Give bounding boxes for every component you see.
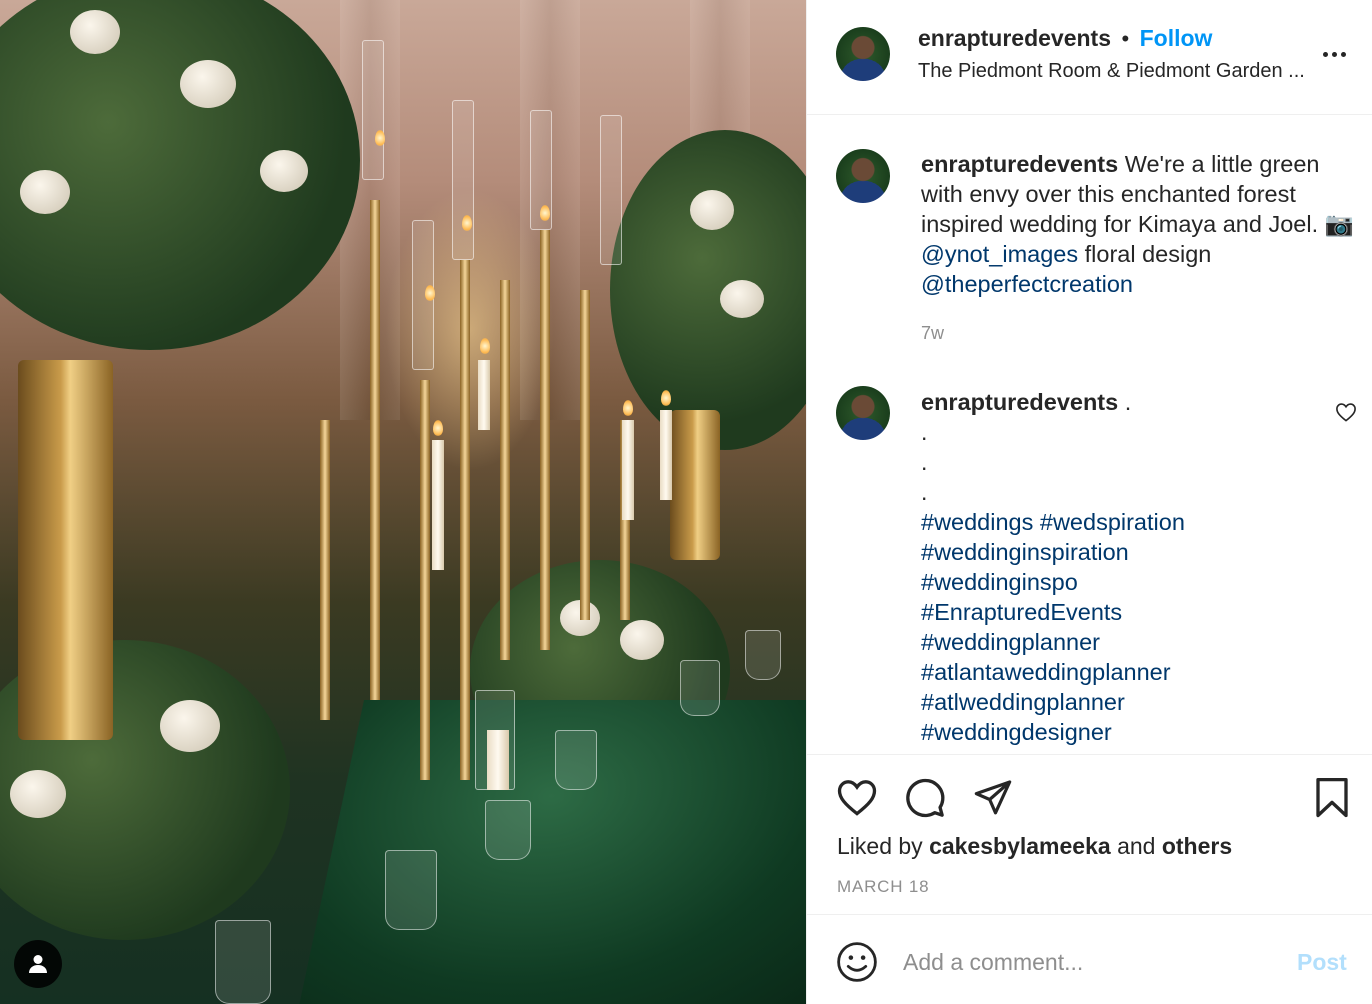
hashtag-link[interactable]: #EnrapturedEvents	[921, 597, 1321, 627]
candle	[660, 410, 672, 500]
comment-icon[interactable]	[904, 777, 946, 819]
rose	[160, 700, 220, 752]
wine-glass	[215, 920, 271, 1004]
likes-summary: Liked by cakesbylameeka and others	[837, 833, 1232, 860]
hashtag-link[interactable]: #weddingplanner	[921, 627, 1321, 657]
caption: enrapturedevents We're a little green wi…	[921, 149, 1357, 299]
candle-flame	[433, 420, 443, 436]
author-line: enrapturedevents • Follow	[918, 25, 1212, 52]
comment-dot: .	[921, 449, 928, 475]
comments-list[interactable]: enrapturedevents We're a little green wi…	[807, 116, 1372, 754]
wine-glass	[555, 730, 597, 790]
candle-flame	[623, 400, 633, 416]
hashtag-link[interactable]: #weddingdesigner	[921, 717, 1321, 747]
camera-emoji: 📷	[1324, 211, 1354, 237]
hurricane-glass	[452, 100, 474, 260]
candle-flame	[425, 285, 435, 301]
post-comment-button[interactable]: Post	[1297, 949, 1347, 976]
gold-vase	[670, 410, 720, 560]
more-options-button[interactable]	[1323, 42, 1353, 66]
floral-arrangement	[610, 130, 806, 450]
add-comment-bar: Post	[807, 914, 1372, 1004]
rose	[690, 190, 734, 230]
hurricane-glass	[362, 40, 384, 180]
comment-username[interactable]: enrapturedevents	[921, 389, 1118, 415]
rose	[620, 620, 664, 660]
liker-username[interactable]: cakesbylameeka	[929, 833, 1111, 859]
location-link[interactable]: The Piedmont Room & Piedmont Garden ...	[918, 60, 1305, 83]
candle	[487, 730, 509, 790]
separator-dot: •	[1121, 26, 1130, 51]
comment-text: .	[1124, 389, 1132, 415]
candle	[478, 360, 490, 430]
caption-text: floral design	[1084, 241, 1212, 267]
user-tag-button[interactable]	[14, 940, 62, 988]
candelabra-tube	[420, 380, 430, 780]
candle	[432, 440, 444, 570]
candle-flame	[462, 215, 472, 231]
wine-glass	[680, 660, 720, 716]
caption-timestamp[interactable]: 7w	[921, 323, 944, 344]
post-details-panel: enrapturedevents • Follow The Piedmont R…	[806, 0, 1372, 1004]
comment-dot: .	[921, 419, 928, 445]
mention-link[interactable]: @ynot_images	[921, 241, 1078, 267]
comment-like-heart-icon[interactable]	[1335, 402, 1357, 422]
wine-glass	[385, 850, 437, 930]
rose	[720, 280, 764, 318]
hashtag-link[interactable]: #weddings #wedspiration	[921, 507, 1321, 537]
candle-flame	[661, 390, 671, 406]
comment: enrapturedevents . . . . #weddings #weds…	[921, 387, 1321, 747]
user-tag-icon	[29, 955, 47, 973]
hurricane-glass	[600, 115, 622, 265]
candelabra-tube	[500, 280, 510, 660]
candelabra-tube	[370, 200, 380, 700]
candelabra-tube	[540, 230, 550, 650]
follow-button[interactable]: Follow	[1140, 25, 1213, 51]
hashtag-link[interactable]: #weddinginspo	[921, 567, 1321, 597]
hashtag-link[interactable]: #atlantaweddingplanner	[921, 657, 1321, 687]
rose	[180, 60, 236, 108]
bookmark-icon[interactable]	[1313, 777, 1351, 819]
gold-vase	[18, 360, 113, 740]
comment-dot: .	[921, 479, 928, 505]
author-username[interactable]: enrapturedevents	[918, 25, 1111, 51]
likes-others-link[interactable]: others	[1162, 833, 1232, 859]
caption-username[interactable]: enrapturedevents	[921, 151, 1118, 177]
candle	[622, 420, 634, 520]
green-tablecloth	[295, 700, 806, 1004]
mention-link[interactable]: @theperfectcreation	[921, 271, 1133, 297]
candle-flame	[540, 205, 550, 221]
candelabra-tube	[460, 260, 470, 780]
more-options-icon	[1323, 51, 1346, 57]
share-icon[interactable]	[972, 777, 1014, 817]
avatar[interactable]	[836, 149, 890, 203]
post-actions: Liked by cakesbylameeka and others MARCH…	[807, 754, 1372, 914]
emoji-icon[interactable]	[836, 941, 878, 983]
avatar[interactable]	[836, 386, 890, 440]
candelabra-tube	[320, 420, 330, 720]
comment-input[interactable]	[903, 945, 1273, 979]
hashtag-link[interactable]: #weddinginspiration	[921, 537, 1321, 567]
likes-connector: and	[1117, 833, 1156, 859]
post-header: enrapturedevents • Follow The Piedmont R…	[807, 0, 1372, 115]
wine-glass	[485, 800, 531, 860]
hashtag-link[interactable]: #atlweddingplanner	[921, 687, 1321, 717]
heart-icon[interactable]	[836, 777, 878, 817]
wine-glass	[745, 630, 781, 680]
avatar[interactable]	[836, 27, 890, 81]
rose	[70, 10, 120, 54]
candelabra-tube	[580, 290, 590, 620]
post-date[interactable]: MARCH 18	[837, 877, 929, 897]
rose	[260, 150, 308, 192]
post-image[interactable]	[0, 0, 806, 1004]
candle-flame	[375, 130, 385, 146]
rose	[10, 770, 66, 818]
likes-prefix: Liked by	[837, 833, 923, 859]
rose	[20, 170, 70, 214]
candle-flame	[480, 338, 490, 354]
